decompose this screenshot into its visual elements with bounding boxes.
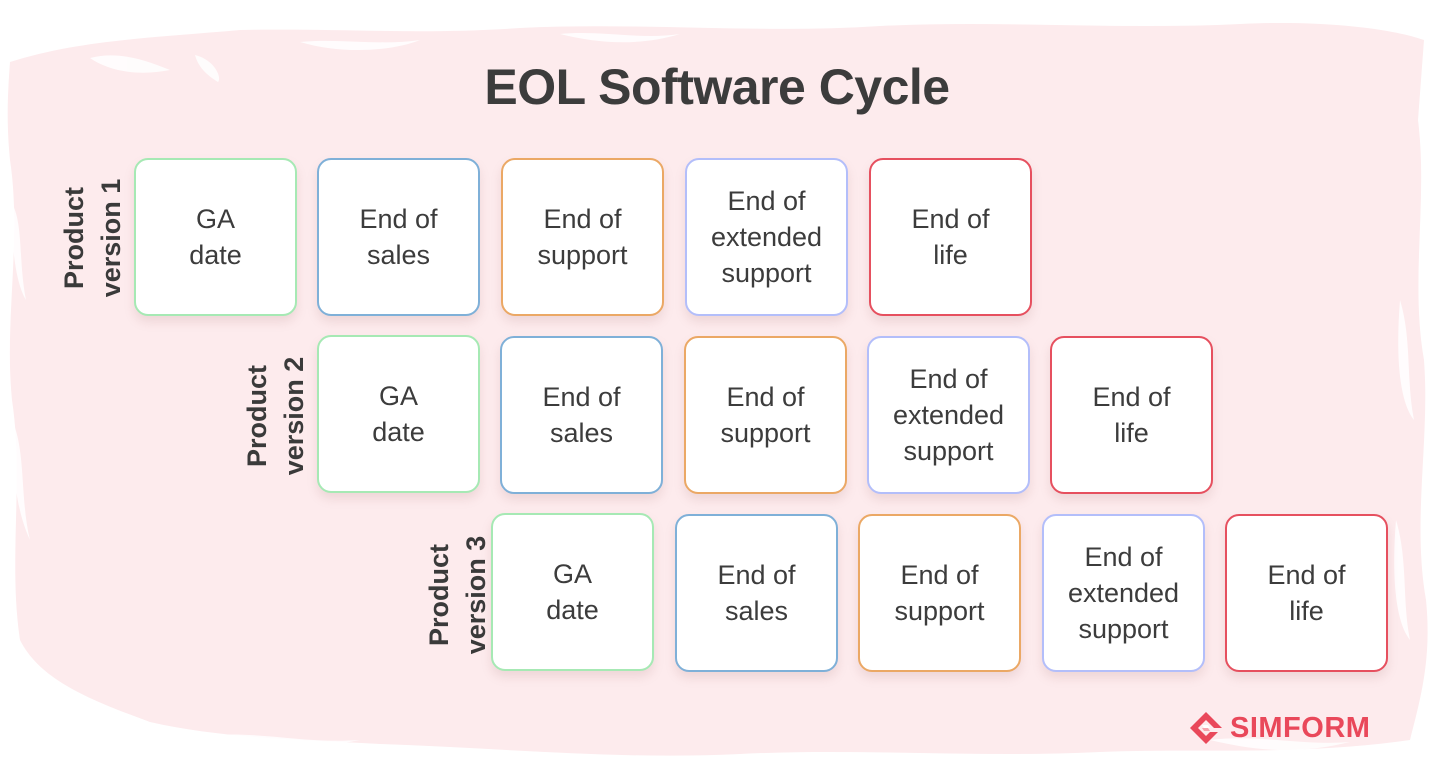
stage-card-end-of-sales: End of sales	[675, 514, 838, 672]
stage-card-ga-date: GA date	[134, 158, 297, 316]
row-label-product-version-1: Product version 1	[59, 178, 126, 298]
simform-wordmark: SIMFORM	[1230, 711, 1371, 744]
stage-card-end-of-support: End of support	[684, 336, 847, 494]
stage-card-end-of-extended-support: End of extended support	[867, 336, 1030, 494]
stage-card-ga-date: GA date	[317, 335, 480, 493]
stage-card-end-of-sales: End of sales	[500, 336, 663, 494]
stage-card-end-of-support: End of support	[501, 158, 664, 316]
simform-logo: SIMFORM	[1188, 708, 1370, 748]
stage-card-end-of-sales: End of sales	[317, 158, 480, 316]
stage-card-end-of-extended-support: End of extended support	[685, 158, 848, 316]
row-label-product-version-3: Product version 3	[424, 535, 491, 655]
stage-card-end-of-extended-support: End of extended support	[1042, 514, 1205, 672]
stage-card-end-of-life: End of life	[1050, 336, 1213, 494]
diagram-title: EOL Software Cycle	[484, 59, 950, 115]
simform-logo-icon	[1190, 712, 1222, 744]
row-label-product-version-2: Product version 2	[242, 356, 309, 476]
stage-card-ga-date: GA date	[491, 513, 654, 671]
stage-card-end-of-support: End of support	[858, 514, 1021, 672]
stage-card-end-of-life: End of life	[869, 158, 1032, 316]
stage-card-end-of-life: End of life	[1225, 514, 1388, 672]
